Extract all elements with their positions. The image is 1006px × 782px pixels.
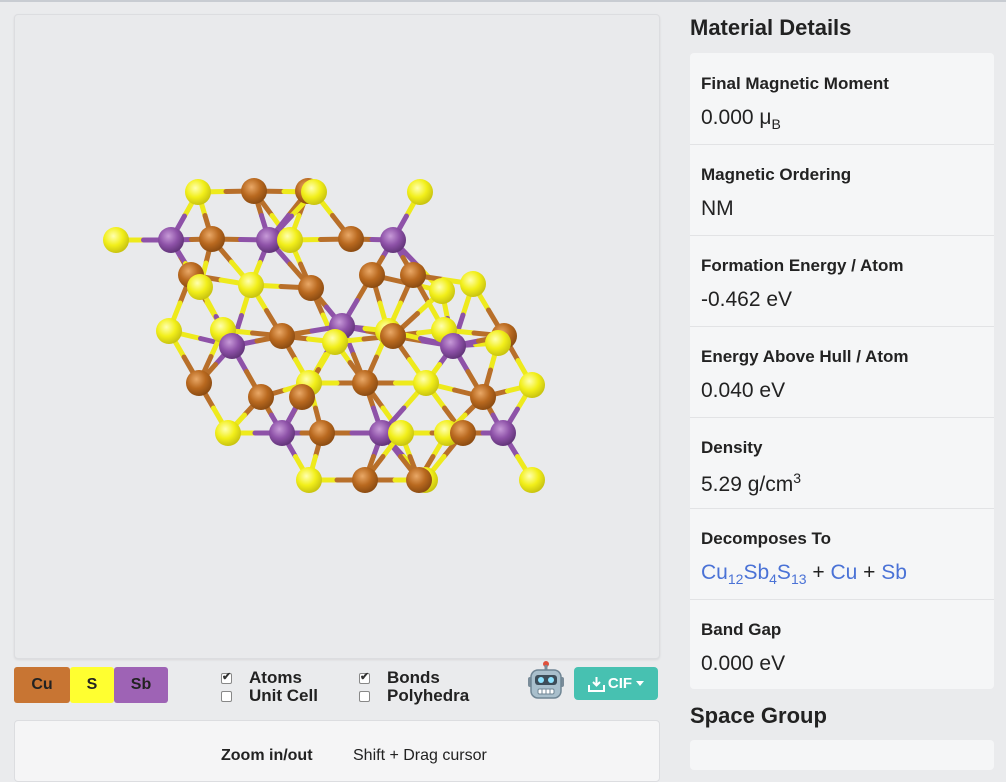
atom-cu-35 xyxy=(352,370,378,396)
zoom-help-hint: Shift + Drag cursor xyxy=(353,747,487,764)
atom-s-4 xyxy=(407,179,433,205)
legend-chip-s: S xyxy=(70,667,114,703)
atom-cu-51 xyxy=(406,467,432,493)
atom-sb-41 xyxy=(269,420,295,446)
magnetic-moment-value: 0.000 μ xyxy=(701,106,772,129)
atom-s-0 xyxy=(185,179,211,205)
detail-value: 5.29 g/cm3 xyxy=(701,470,801,497)
atom-s-38 xyxy=(519,372,545,398)
atom-cu-34 xyxy=(289,384,315,410)
product-link-cu[interactable]: Cu xyxy=(830,561,857,584)
detail-value: 0.040 eV xyxy=(701,379,786,402)
detail-label: Density xyxy=(701,438,763,457)
atom-s-48 xyxy=(296,467,322,493)
atom-s-40 xyxy=(215,420,241,446)
detail-row-magnetic-moment: Final Magnetic Moment 0.000 μB xyxy=(690,53,994,145)
atom-cu-37 xyxy=(470,384,496,410)
magnetic-moment-unit-sub: B xyxy=(771,116,781,133)
chevron-down-icon xyxy=(636,681,645,686)
download-cif-button[interactable]: CIF xyxy=(574,667,658,700)
detail-label: Energy Above Hull / Atom xyxy=(701,347,909,366)
atom-cu-17 xyxy=(400,262,426,288)
unit-cell-checkbox[interactable] xyxy=(221,690,232,702)
atom-cu-15 xyxy=(298,275,324,301)
atom-sb-29 xyxy=(440,333,466,359)
detail-value: 0.000 eV xyxy=(701,652,786,675)
detail-row-density: Density 5.29 g/cm3 xyxy=(690,417,994,509)
atom-s-14 xyxy=(187,274,213,300)
density-unit-sup: 3 xyxy=(793,470,802,486)
detail-label: Formation Energy / Atom xyxy=(701,256,904,275)
space-group-title: Space Group xyxy=(690,703,827,728)
viewer-help-card: Zoom in/out Shift + Drag cursor xyxy=(14,720,660,782)
detail-value: 0.000 μB xyxy=(701,106,781,132)
atom-sb-11 xyxy=(380,227,406,253)
detail-label: Decomposes To xyxy=(701,529,832,548)
atom-cu-42 xyxy=(309,420,335,446)
bonds-checkbox[interactable] xyxy=(359,670,370,684)
polyhedra-toggle-label: Polyhedra xyxy=(387,686,470,705)
download-cif-label: CIF xyxy=(607,675,633,692)
detail-row-energy-above-hull: Energy Above Hull / Atom 0.040 eV xyxy=(690,326,994,418)
detail-label: Final Magnetic Moment xyxy=(701,74,889,93)
atoms-toggle[interactable]: Atoms xyxy=(221,668,302,688)
atom-s-20 xyxy=(156,318,182,344)
atom-sb-47 xyxy=(490,420,516,446)
unit-cell-toggle[interactable]: Unit Cell xyxy=(221,686,318,706)
atom-cu-23 xyxy=(269,323,295,349)
atom-s-30 xyxy=(485,330,511,356)
detail-row-decomposes-to: Decomposes To Cu12Sb4S13 + Cu + Sb xyxy=(690,508,994,600)
legend-chip-cu: Cu xyxy=(14,667,70,703)
atom-s-44 xyxy=(388,420,414,446)
detail-row-band-gap: Band Gap 0.000 eV xyxy=(690,599,994,690)
detail-value: NM xyxy=(701,197,734,220)
detail-row-formation-energy: Formation Energy / Atom -0.462 eV xyxy=(690,235,994,327)
material-details-title: Material Details xyxy=(690,15,852,40)
atom-cu-49 xyxy=(352,467,378,493)
atom-s-52 xyxy=(519,467,545,493)
atom-cu-26 xyxy=(380,323,406,349)
detail-label: Magnetic Ordering xyxy=(701,165,852,184)
atom-s-3 xyxy=(301,179,327,205)
unit-cell-toggle-label: Unit Cell xyxy=(249,686,318,705)
material-details-card: Final Magnetic Moment 0.000 μB Magnetic … xyxy=(690,53,994,689)
polyhedra-checkbox[interactable] xyxy=(359,690,370,702)
atom-s-5 xyxy=(103,227,129,253)
atom-cu-10 xyxy=(338,226,364,252)
download-icon xyxy=(587,676,605,692)
atom-s-25 xyxy=(322,329,348,355)
product-link-cu12sb4s13[interactable]: Cu12Sb4S13 xyxy=(701,561,807,587)
atom-cu-46 xyxy=(450,420,476,446)
atom-cu-16 xyxy=(359,262,385,288)
product-link-sb[interactable]: Sb xyxy=(881,561,907,584)
atom-cu-7 xyxy=(199,226,225,252)
detail-row-magnetic-ordering: Magnetic Ordering NM xyxy=(690,144,994,236)
atom-cu-32 xyxy=(186,370,212,396)
legend-chip-sb: Sb xyxy=(114,667,168,703)
atom-cu-1 xyxy=(241,178,267,204)
atom-s-36 xyxy=(413,370,439,396)
atom-s-9 xyxy=(277,227,303,253)
space-group-card xyxy=(690,740,994,770)
atom-s-18 xyxy=(460,271,486,297)
atom-cu-33 xyxy=(248,384,274,410)
atom-sb-6 xyxy=(158,227,184,253)
zoom-help-label: Zoom in/out xyxy=(221,747,313,764)
detail-label: Band Gap xyxy=(701,620,782,639)
robot-icon[interactable] xyxy=(527,660,565,702)
detail-value: -0.462 eV xyxy=(701,288,793,311)
polyhedra-toggle[interactable]: Polyhedra xyxy=(359,686,469,706)
structure-viewer[interactable] xyxy=(14,14,660,659)
atom-s-19 xyxy=(429,278,455,304)
atom-s-13 xyxy=(238,272,264,298)
atoms-toggle-label: Atoms xyxy=(249,668,302,687)
atom-sb-22 xyxy=(219,333,245,359)
bonds-toggle-label: Bonds xyxy=(387,668,440,687)
decomposition-products: Cu12Sb4S13 + Cu + Sb xyxy=(701,561,907,588)
crystal-structure[interactable] xyxy=(15,15,659,658)
bonds-toggle[interactable]: Bonds xyxy=(359,668,440,688)
density-value: 5.29 g/cm xyxy=(701,473,794,496)
atoms-checkbox[interactable] xyxy=(221,670,232,684)
top-border xyxy=(0,0,1006,2)
